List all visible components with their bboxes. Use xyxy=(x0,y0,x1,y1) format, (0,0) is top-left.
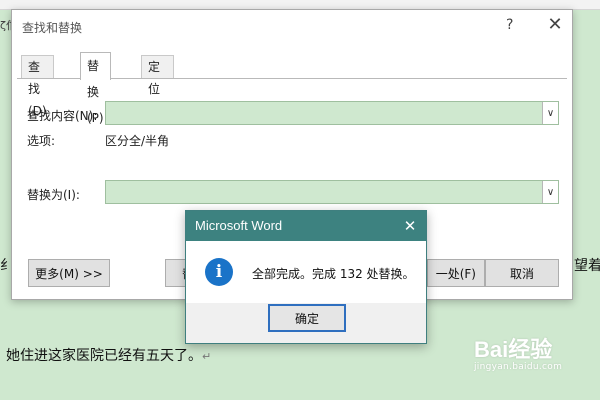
chevron-down-icon[interactable]: ∨ xyxy=(542,181,558,203)
find-what-input[interactable]: ∨ xyxy=(105,101,559,125)
close-icon[interactable]: ✕ xyxy=(400,216,420,236)
watermark-url: jingyan.baidu.com xyxy=(474,362,563,372)
tab-goto[interactable]: 定位(G) xyxy=(141,55,174,118)
doc-line: 她住进这家医院已经有五天了。↵ xyxy=(6,345,211,365)
find-replace-titlebar[interactable]: 查找和替换 ? ✕ xyxy=(12,10,572,42)
message-box-title: Microsoft Word xyxy=(195,218,283,233)
tab-find[interactable]: 查找(D) xyxy=(21,55,54,118)
baidu-watermark: Bai经验 jingyan.baidu.com xyxy=(474,332,562,372)
chevron-down-icon[interactable]: ∨ xyxy=(542,102,558,124)
options-value: 区分全/半角 xyxy=(105,134,170,148)
ok-button[interactable]: 确定 xyxy=(268,304,346,332)
close-icon[interactable]: ✕ xyxy=(543,14,567,36)
watermark-logo: Bai经验 xyxy=(474,337,553,362)
replace-with-label: 替换为(I): xyxy=(27,188,80,202)
find-replace-title: 查找和替换 xyxy=(22,21,83,35)
paragraph-mark: ↵ xyxy=(202,350,212,363)
doc-fragment-right: 望着 xyxy=(574,258,600,274)
help-button[interactable]: ? xyxy=(506,17,513,33)
cancel-button[interactable]: 取消 xyxy=(485,259,559,287)
message-box: Microsoft Word ✕ i 全部完成。完成 132 处替换。 确定 xyxy=(185,210,427,344)
replace-with-input[interactable]: ∨ xyxy=(105,180,559,204)
doc-line-text: 她住进这家医院已经有五天了。 xyxy=(6,348,202,364)
find-next-button[interactable]: 一处(F) xyxy=(427,259,485,287)
more-button[interactable]: 更多(M) >> xyxy=(28,259,110,287)
tab-replace[interactable]: 替换(P) xyxy=(80,52,111,125)
message-text: 全部完成。完成 132 处替换。 xyxy=(252,267,415,281)
message-box-body: i 全部完成。完成 132 处替换。 xyxy=(186,241,426,303)
options-label: 选项: xyxy=(27,134,56,148)
message-box-titlebar[interactable]: Microsoft Word ✕ xyxy=(186,211,426,241)
info-icon: i xyxy=(205,258,233,286)
